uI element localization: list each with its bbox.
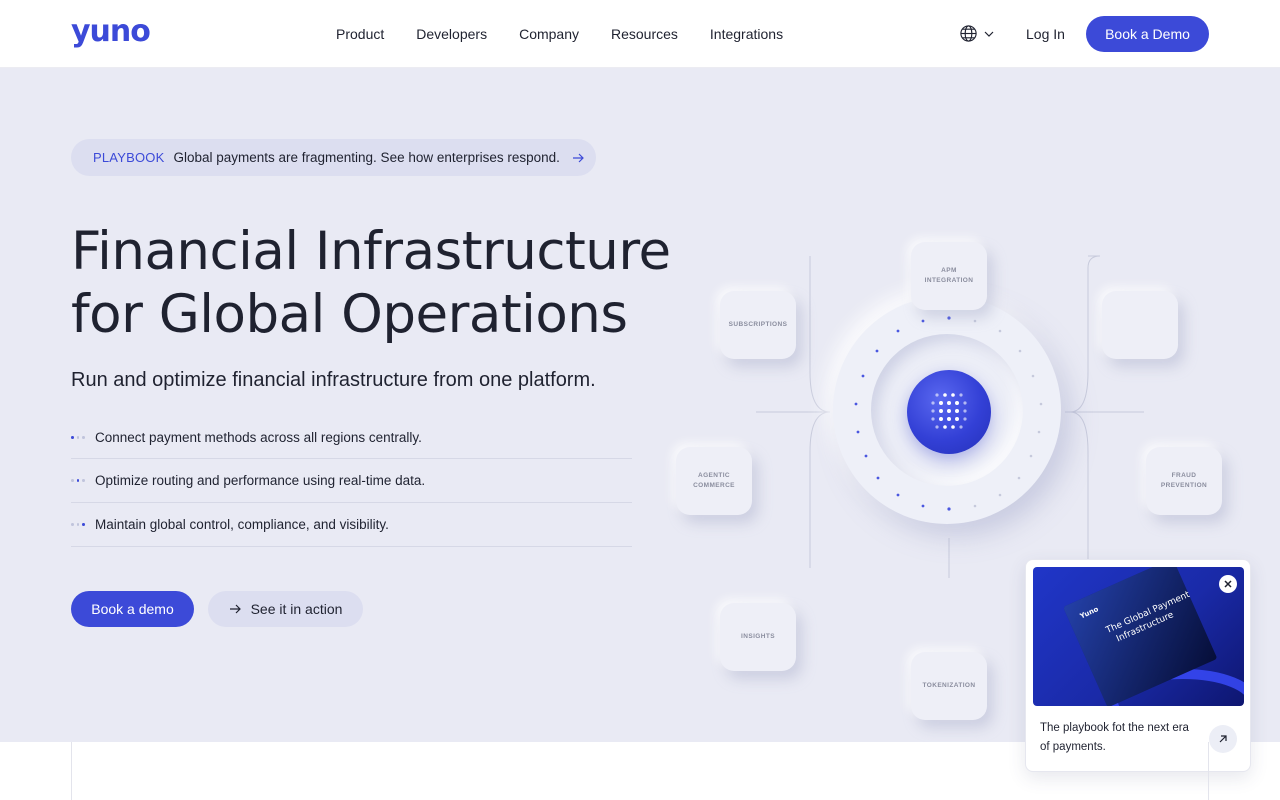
node-label: COMMERCE <box>693 482 735 489</box>
arrow-right-icon <box>572 153 584 162</box>
hero-title: Financial Infrastructure for Global Oper… <box>71 220 691 346</box>
book-a-demo-button[interactable]: Book a demo <box>71 591 194 627</box>
see-it-in-action-label: See it in action <box>250 601 343 617</box>
hero-title-line-1: Financial Infrastructure <box>71 221 671 282</box>
node-apm-integration: APM INTEGRATION <box>911 242 987 310</box>
nav-item-product[interactable]: Product <box>336 24 384 44</box>
playbook-banner[interactable]: PLAYBOOK Global payments are fragmenting… <box>71 139 596 176</box>
node-agentic-commerce: AGENTIC COMMERCE <box>676 447 752 515</box>
playbook-tag: PLAYBOOK <box>93 150 165 165</box>
node-subscriptions: SUBSCRIPTIONS <box>720 291 796 359</box>
node-fraud-prevention: FRAUD PREVENTION <box>1146 447 1222 515</box>
yuno-logo[interactable]: yuno <box>71 14 151 50</box>
nav-item-company[interactable]: Company <box>519 24 579 44</box>
node-label: PREVENTION <box>1160 482 1208 489</box>
hero-subtitle: Run and optimize financial infrastructur… <box>71 369 596 391</box>
globe-icon <box>960 25 977 42</box>
playbook-book-illustration: Yuno The Global Payment Infrastructure <box>1063 567 1244 706</box>
progress-dots-icon <box>71 523 86 526</box>
hero-title-line-2: for Global Operations <box>71 284 628 345</box>
list-item: Connect payment methods across all regio… <box>71 416 632 459</box>
node-blank-top-right <box>1102 291 1178 359</box>
section-divider-left <box>71 742 72 800</box>
node-label: AGENTIC <box>697 472 731 479</box>
book-demo-button[interactable]: Book a Demo <box>1086 16 1209 52</box>
nav-item-integrations[interactable]: Integrations <box>710 24 783 44</box>
site-header: yuno Product Developers Company Resource… <box>0 0 1280 68</box>
feature-list: Connect payment methods across all regio… <box>71 416 632 547</box>
node-label: TOKENIZATION <box>922 682 976 689</box>
node-label: INTEGRATION <box>924 277 974 284</box>
node-label: APM <box>941 267 957 274</box>
nav-item-developers[interactable]: Developers <box>416 24 487 44</box>
open-playbook-button[interactable] <box>1209 725 1237 753</box>
list-item: Optimize routing and performance using r… <box>71 459 632 503</box>
close-popup-button[interactable] <box>1219 575 1237 593</box>
playbook-cover-image: Yuno The Global Payment Infrastructure <box>1033 567 1244 706</box>
arrow-right-icon <box>229 604 241 614</box>
hub-core-pattern-icon <box>931 393 967 429</box>
node-label: SUBSCRIPTIONS <box>728 321 788 328</box>
language-selector[interactable] <box>959 24 994 43</box>
popup-description: The playbook fot the next era of payment… <box>1040 722 1189 753</box>
feature-text: Optimize routing and performance using r… <box>95 473 426 488</box>
main-nav: Product Developers Company Resources Int… <box>336 24 783 44</box>
section-divider-right <box>1208 742 1209 800</box>
feature-text: Maintain global control, compliance, and… <box>95 517 389 532</box>
progress-dots-icon <box>71 479 86 482</box>
see-it-in-action-button[interactable]: See it in action <box>208 591 363 627</box>
arrow-up-right-icon <box>1219 735 1227 743</box>
progress-dots-icon <box>71 435 86 439</box>
list-item: Maintain global control, compliance, and… <box>71 503 632 547</box>
playbook-text: Global payments are fragmenting. See how… <box>173 150 560 165</box>
node-label: INSIGHTS <box>741 633 775 640</box>
nav-item-resources[interactable]: Resources <box>611 24 678 44</box>
node-insights: INSIGHTS <box>720 603 796 671</box>
close-icon <box>1224 580 1232 588</box>
node-label: FRAUD <box>1171 472 1197 479</box>
playbook-popup[interactable]: Yuno The Global Payment Infrastructure T… <box>1025 559 1251 772</box>
feature-text: Connect payment methods across all regio… <box>95 429 422 445</box>
node-tokenization: TOKENIZATION <box>911 652 987 720</box>
chevron-down-icon <box>984 31 994 37</box>
login-link[interactable]: Log In <box>1026 24 1065 44</box>
